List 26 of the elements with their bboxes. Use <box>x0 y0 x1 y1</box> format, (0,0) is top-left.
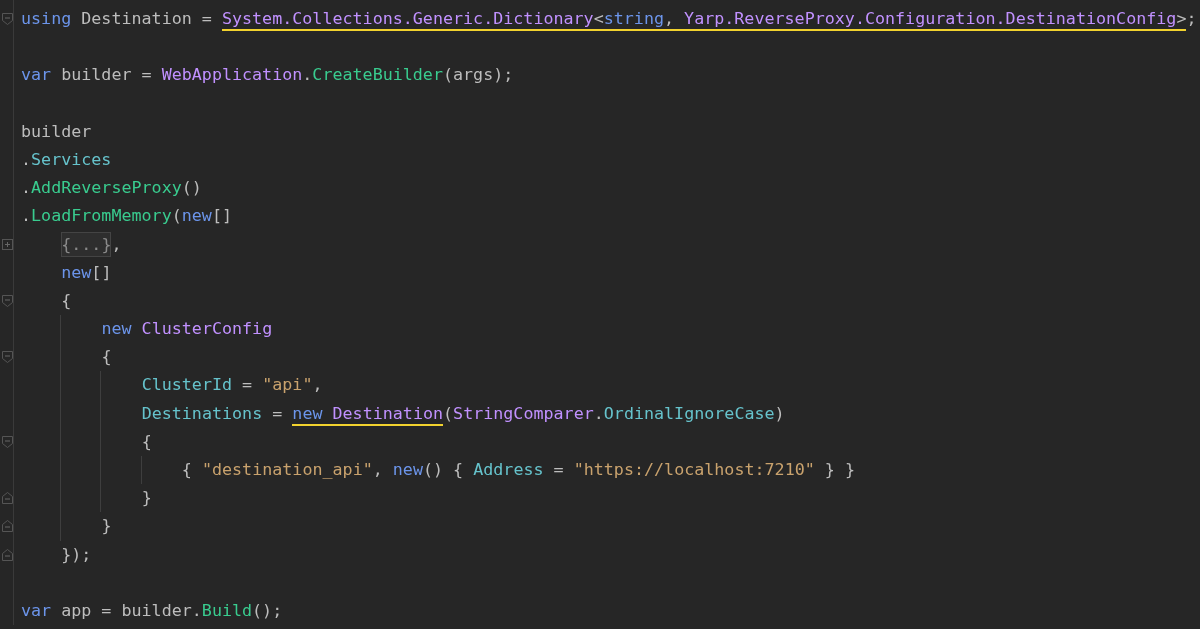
code-line: .AddReverseProxy() <box>21 176 202 200</box>
fold-marker-icon[interactable] <box>2 520 13 533</box>
code-line: .LoadFromMemory(new[] <box>21 204 232 228</box>
code-line: var app = builder.Build(); <box>21 598 283 622</box>
code-line: }); <box>61 542 92 566</box>
code-line: using Destination = System.Collections.Generic.Dictionary<string, Yarp.ReverseProxy.Configuration.DestinationConfig>; <box>21 5 1197 34</box>
code-line: new ClusterConfig <box>101 317 273 341</box>
fold-marker-icon[interactable] <box>2 13 13 26</box>
code-line: { <box>61 288 72 312</box>
expand-icon[interactable] <box>2 239 13 251</box>
code-line: { <box>141 429 152 453</box>
code-line: new[] <box>61 260 112 284</box>
fold-marker-icon[interactable] <box>2 548 13 561</box>
code-line: } <box>141 486 152 510</box>
code-line: Destinations = new Destination(StringComparer.OrdinalIgnoreCase) <box>141 399 785 428</box>
code-line: .Services <box>21 147 112 171</box>
fold-marker-icon[interactable] <box>2 492 13 505</box>
code-line: { <box>101 345 112 369</box>
fold-marker-icon[interactable] <box>2 294 13 307</box>
code-line: } <box>101 514 112 538</box>
fold-marker-icon[interactable] <box>2 351 13 364</box>
code-line: builder <box>21 119 92 143</box>
fold-marker-icon[interactable] <box>2 435 13 448</box>
code-line: var builder = WebApplication.CreateBuilder(args); <box>21 63 514 87</box>
code-line: ClusterId = "api", <box>141 373 323 397</box>
code-line: { "destination_api", new() { Address = "https://localhost:7210" } } <box>181 458 855 481</box>
